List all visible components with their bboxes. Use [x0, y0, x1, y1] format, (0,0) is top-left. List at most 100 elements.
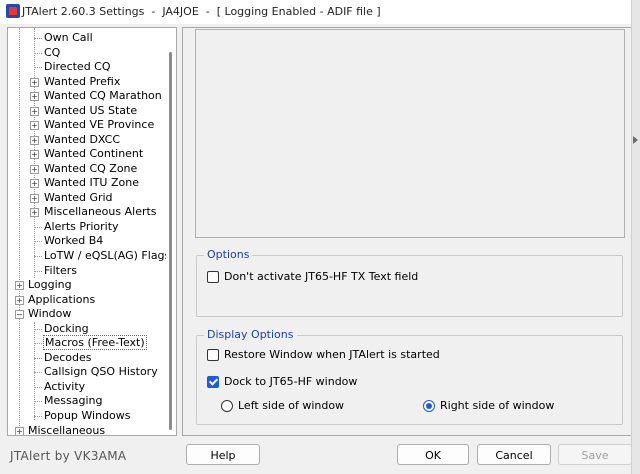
- expand-plus-icon[interactable]: +: [30, 165, 39, 174]
- tree-connector: [34, 387, 42, 388]
- window-title: JTAlert 2.60.3 Settings - JA4JOE - [ Log…: [22, 5, 381, 18]
- expand-plus-icon[interactable]: +: [30, 92, 39, 101]
- tree-scrollbar[interactable]: [166, 28, 176, 435]
- expand-plus-icon[interactable]: +: [15, 281, 24, 290]
- tree-item-miscellaneous-alerts[interactable]: + Miscellaneous Alerts: [30, 205, 158, 219]
- tree-item-logging[interactable]: + Logging: [15, 278, 73, 292]
- tree-item-label: Activity: [44, 380, 86, 393]
- tree-item-label: Filters: [44, 264, 77, 277]
- help-button[interactable]: Help: [186, 444, 260, 465]
- tree-item-label: Docking: [44, 322, 89, 335]
- jtalert-app-icon[interactable]: [6, 4, 20, 18]
- tree-item-label: Miscellaneous: [28, 424, 106, 436]
- tree-item-label: CQ: [44, 46, 61, 59]
- tree-connector: [34, 372, 42, 373]
- tree-item-label: Wanted Prefix: [44, 75, 121, 88]
- expand-plus-icon[interactable]: +: [30, 78, 39, 87]
- tree-item-wanted-itu-zone[interactable]: + Wanted ITU Zone: [30, 176, 140, 190]
- tree-item-label: Wanted CQ Marathon: [44, 89, 162, 102]
- tree-item-label: Worked B4: [44, 234, 104, 247]
- tree-item-label: Applications: [28, 293, 96, 306]
- tree-item-own-call[interactable]: Own Call: [34, 31, 94, 45]
- collapse-minus-icon[interactable]: −: [15, 310, 24, 319]
- tree-connector: [34, 38, 42, 39]
- expand-plus-icon[interactable]: +: [15, 296, 24, 305]
- tree-connector: [34, 271, 42, 272]
- window-edge-grip[interactable]: [631, 0, 640, 474]
- tree-item-activity[interactable]: Activity: [34, 380, 86, 394]
- radio-button-selected[interactable]: [423, 400, 435, 412]
- radio-label: Right side of window: [440, 399, 555, 412]
- tree-item-popup-windows[interactable]: Popup Windows: [34, 409, 132, 423]
- checkbox-label: Don't activate JT65-HF TX Text field: [224, 270, 419, 283]
- radio-label: Left side of window: [238, 399, 345, 412]
- tree-connector: [34, 53, 42, 54]
- ok-button[interactable]: OK: [397, 444, 469, 465]
- tree-connector: [34, 343, 42, 344]
- cancel-button[interactable]: Cancel: [477, 444, 551, 465]
- tree-item-wanted-grid[interactable]: + Wanted Grid: [30, 191, 114, 205]
- tree-item-wanted-cq-marathon[interactable]: + Wanted CQ Marathon: [30, 89, 163, 103]
- tree-item-label: Own Call: [44, 31, 93, 44]
- tree-item-window[interactable]: − Window: [15, 307, 72, 321]
- tree-item-wanted-us-state[interactable]: + Wanted US State: [30, 104, 138, 118]
- tree-connector: [34, 329, 42, 330]
- tree-item-decodes[interactable]: Decodes: [34, 351, 93, 365]
- tree-item-macros-free-text[interactable]: Macros (Free-Text): [34, 335, 147, 350]
- edge-arrow-icon[interactable]: [633, 136, 638, 144]
- display-options-group: Display Options Restore Window when JTAl…: [196, 328, 623, 425]
- tree-item-callsign-qso-history[interactable]: Callsign QSO History: [34, 365, 159, 379]
- tree-item-label: Logging: [28, 278, 72, 291]
- tree-item-alerts-priority[interactable]: Alerts Priority: [34, 220, 120, 234]
- checkbox-box-checked[interactable]: [207, 376, 219, 388]
- tree-item-wanted-ve-province[interactable]: + Wanted VE Province: [30, 118, 155, 132]
- tree-item-miscellaneous[interactable]: + Miscellaneous: [15, 424, 106, 436]
- checkbox-box[interactable]: [207, 349, 219, 361]
- display-options-legend: Display Options: [204, 328, 297, 341]
- tree-item-worked-b4[interactable]: Worked B4: [34, 234, 104, 248]
- tree-item-label: Alerts Priority: [44, 220, 119, 233]
- tree-item-wanted-continent[interactable]: + Wanted Continent: [30, 147, 144, 161]
- tree-item-label: Wanted CQ Zone: [44, 162, 138, 175]
- expand-plus-icon[interactable]: +: [30, 208, 39, 217]
- save-button[interactable]: Save: [558, 444, 632, 465]
- tree-item-wanted-dxcc[interactable]: + Wanted DXCC: [30, 133, 121, 147]
- tree-item-label: Wanted US State: [44, 104, 138, 117]
- tree-connector: [34, 241, 42, 242]
- tree-item-label: Wanted Grid: [44, 191, 113, 204]
- tree-connector: [34, 256, 42, 257]
- tree-item-docking[interactable]: Docking: [34, 322, 90, 336]
- tree-root-line: [19, 28, 20, 426]
- tree-item-wanted-cq-zone[interactable]: + Wanted CQ Zone: [30, 162, 138, 176]
- tree-item-label: Wanted DXCC: [44, 133, 121, 146]
- tree-item-label: Decodes: [44, 351, 92, 364]
- radio-button[interactable]: [221, 400, 233, 412]
- tree-scrollbar-thumb[interactable]: [169, 52, 172, 430]
- tree-item-label: Wanted VE Province: [44, 118, 155, 131]
- tree-item-cq[interactable]: CQ: [34, 46, 61, 60]
- tree-item-label: LoTW / eQSL(AG) Flags: [44, 249, 171, 262]
- checkbox-label: Dock to JT65-HF window: [224, 375, 358, 388]
- tree-item-label: Window: [28, 307, 72, 320]
- tree-item-applications[interactable]: + Applications: [15, 293, 96, 307]
- expand-plus-icon[interactable]: +: [30, 179, 39, 188]
- checkbox-box[interactable]: [207, 271, 219, 283]
- expand-plus-icon[interactable]: +: [15, 427, 24, 435]
- settings-tree[interactable]: Own Call CQ Directed CQ + Wanted Prefix …: [7, 27, 177, 436]
- title-bar[interactable]: JTAlert 2.60.3 Settings - JA4JOE - [ Log…: [0, 0, 640, 24]
- expand-plus-icon[interactable]: +: [30, 194, 39, 203]
- tree-connector: [34, 401, 42, 402]
- tree-item-messaging[interactable]: Messaging: [34, 394, 103, 408]
- tree-item-lotw-eqsl-flags[interactable]: LoTW / eQSL(AG) Flags: [34, 249, 171, 263]
- expand-plus-icon[interactable]: +: [30, 150, 39, 159]
- tree-item-filters[interactable]: Filters: [34, 264, 78, 278]
- tree-item-directed-cq[interactable]: Directed CQ: [34, 60, 112, 74]
- expand-plus-icon[interactable]: +: [30, 136, 39, 145]
- expand-plus-icon[interactable]: +: [30, 107, 39, 116]
- tree-item-wanted-prefix[interactable]: + Wanted Prefix: [30, 75, 121, 89]
- tree-item-label: Messaging: [44, 394, 103, 407]
- checkbox-label: Restore Window when JTAlert is started: [224, 348, 440, 361]
- tree-connector: [34, 416, 42, 417]
- credit-text: JTAlert by VK3AMA: [10, 449, 127, 463]
- expand-plus-icon[interactable]: +: [30, 121, 39, 130]
